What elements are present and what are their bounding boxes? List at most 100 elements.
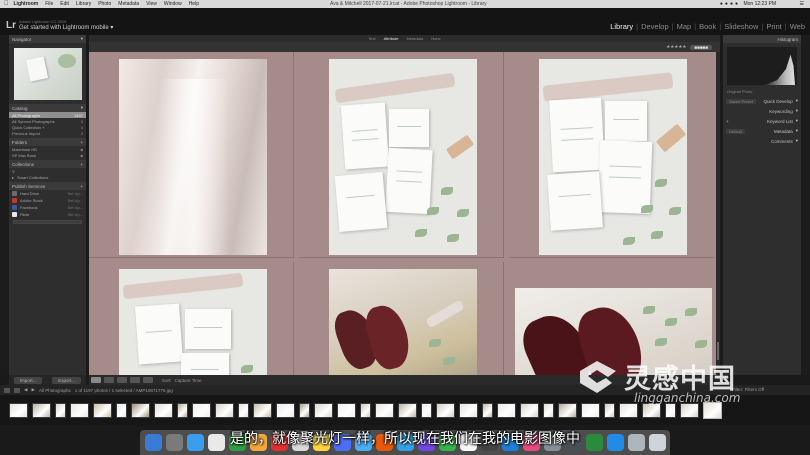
filmstrip-source[interactable]: All Photographs [39, 388, 71, 393]
grid-cell[interactable] [89, 262, 294, 375]
catalog-header[interactable]: Catalog ▾ [9, 104, 86, 112]
filmstrip-thumbnail[interactable] [436, 402, 455, 418]
menu-metadata[interactable]: Metadata [118, 1, 139, 7]
forward-arrow-icon[interactable]: ▶ [31, 387, 34, 393]
publish-adobe-stock[interactable]: Adobe Stock Set Up... [9, 197, 86, 204]
export-button[interactable]: Export... [52, 376, 82, 384]
filmstrip-thumbnail[interactable] [55, 402, 66, 418]
back-arrow-icon[interactable]: ◀ [24, 387, 27, 393]
sort-value[interactable]: Capture Time [175, 378, 202, 383]
photo-thumbnail[interactable] [329, 269, 477, 375]
right-panel-toggle[interactable] [801, 35, 810, 375]
filter-none[interactable]: None [431, 36, 441, 41]
grid-cell[interactable] [89, 52, 294, 258]
menubar-clock[interactable]: Mon 12:23 PM [743, 1, 776, 7]
star-filter-icon[interactable]: ★★★★★ [666, 44, 686, 50]
module-web[interactable]: Web [787, 22, 808, 31]
filmstrip-thumbnail[interactable] [459, 402, 478, 418]
status-icons[interactable]: ●●●● [720, 1, 740, 7]
comments-header[interactable]: Comments ▾ [723, 137, 801, 145]
identity-plate-main[interactable]: Get started with Lightroom mobile ▾ [19, 24, 113, 31]
publish-facebook[interactable]: Facebook Set Up... [9, 204, 86, 211]
filmstrip-thumbnail[interactable] [337, 402, 356, 418]
navigator-preview[interactable] [13, 48, 82, 100]
module-develop[interactable]: Develop [638, 22, 672, 31]
filmstrip-thumbnail[interactable] [70, 402, 89, 418]
filmstrip-thumbnail[interactable] [520, 402, 539, 418]
filmstrip-thumbnail[interactable] [482, 402, 493, 418]
photo-thumbnail[interactable] [539, 59, 687, 255]
histogram-header[interactable]: Histogram [723, 35, 801, 43]
module-library[interactable]: Library [607, 22, 636, 31]
import-button[interactable]: Import... [13, 376, 43, 384]
filmstrip-thumbnail[interactable] [9, 402, 28, 418]
compare-view-icon[interactable] [117, 377, 127, 383]
grid-view-icon[interactable] [91, 377, 101, 383]
folders-header[interactable]: Folders + [9, 138, 86, 146]
photo-thumbnail[interactable] [119, 59, 267, 255]
photo-thumbnail[interactable] [329, 59, 477, 255]
menu-list-icon[interactable]: ☰ [800, 1, 804, 7]
publish-setup-link[interactable]: Set Up... [67, 191, 83, 196]
add-icon[interactable]: + [80, 162, 83, 167]
filmstrip-thumbnail[interactable] [154, 402, 173, 418]
menu-help[interactable]: Help [189, 1, 199, 7]
menu-edit[interactable]: Edit [60, 1, 69, 7]
apple-icon[interactable]:  [4, 1, 9, 7]
keywording-header[interactable]: Keywording ▾ [723, 107, 801, 115]
grid-icon[interactable] [14, 387, 20, 393]
menu-library[interactable]: Library [76, 1, 91, 7]
filmstrip-thumbnail[interactable] [253, 402, 272, 418]
saved-preset-dropdown[interactable]: Saved Preset [726, 98, 757, 104]
grid-cell[interactable] [299, 262, 504, 375]
module-slideshow[interactable]: Slideshow [721, 22, 761, 31]
collection-item-smart[interactable]: ▸ Smart Collections [9, 174, 86, 180]
keyword-list-header[interactable]: + Keyword List ▾ [723, 117, 801, 125]
filmstrip-thumbnail[interactable] [360, 402, 371, 418]
filmstrip-thumbnail[interactable] [299, 402, 310, 418]
histogram-graph[interactable] [727, 47, 797, 85]
module-map[interactable]: Map [674, 22, 695, 31]
filmstrip-thumbnail[interactable] [177, 402, 188, 418]
metadata-preset-dropdown[interactable]: Default [726, 128, 745, 134]
module-print[interactable]: Print [763, 22, 784, 31]
loupe-view-icon[interactable] [104, 377, 114, 383]
add-icon[interactable]: + [726, 119, 729, 124]
filmstrip-thumbnail[interactable] [375, 402, 394, 418]
collections-header[interactable]: Collections + [9, 160, 86, 168]
painter-icon[interactable] [143, 377, 153, 383]
find-more-services-button[interactable] [13, 220, 82, 224]
grid-scrollbar[interactable] [716, 52, 720, 375]
filter-metadata[interactable]: Metadata [407, 36, 424, 41]
filmstrip-thumbnail[interactable] [32, 402, 51, 418]
filmstrip-thumbnail[interactable] [116, 402, 127, 418]
menu-window[interactable]: Window [164, 1, 182, 7]
menu-view[interactable]: View [146, 1, 157, 7]
publish-hard-drive[interactable]: Hard Drive Set Up... [9, 190, 86, 197]
filmstrip-thumbnail[interactable] [238, 402, 249, 418]
filmstrip-thumbnail[interactable] [604, 402, 615, 418]
filmstrip-thumbnail[interactable] [276, 402, 295, 418]
menu-app[interactable]: Lightroom [14, 1, 39, 7]
filter-attribute[interactable]: Attribute [384, 36, 399, 41]
filmstrip-thumbnail[interactable] [398, 402, 417, 418]
filmstrip-thumbnail[interactable] [543, 402, 554, 418]
menu-file[interactable]: File [45, 1, 53, 7]
filmstrip-thumbnail[interactable] [558, 402, 577, 418]
color-label-filter[interactable]: ■■■■■ [690, 44, 712, 50]
photo-thumbnail[interactable] [119, 269, 267, 375]
add-icon[interactable]: + [80, 184, 83, 189]
grid-cell[interactable] [299, 52, 504, 258]
filmstrip-thumbnail[interactable] [581, 402, 600, 418]
grid-cell[interactable] [509, 52, 714, 258]
filmstrip-thumbnail[interactable] [497, 402, 516, 418]
filter-text[interactable]: Text [368, 36, 375, 41]
menu-photo[interactable]: Photo [98, 1, 111, 7]
catalog-item-previous-import[interactable]: Previous Import 0 [9, 130, 86, 136]
left-panel-toggle[interactable] [0, 35, 9, 375]
publish-services-header[interactable]: Publish Services + [9, 182, 86, 190]
metadata-header[interactable]: Default Metadata ▾ [723, 127, 801, 135]
publish-setup-link[interactable]: Set Up... [67, 205, 83, 210]
add-icon[interactable]: + [80, 140, 83, 145]
publish-flickr[interactable]: Flickr Set Up... [9, 211, 86, 218]
